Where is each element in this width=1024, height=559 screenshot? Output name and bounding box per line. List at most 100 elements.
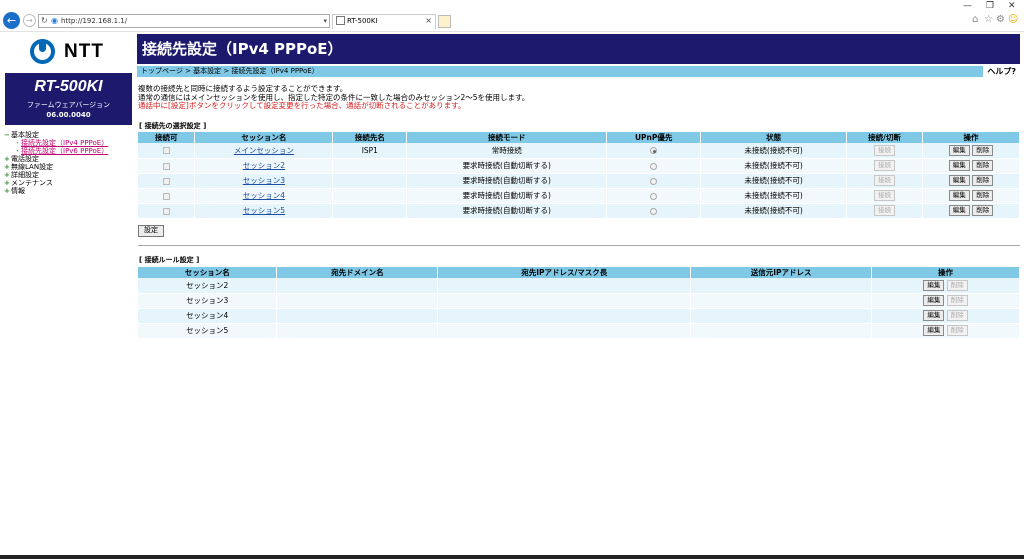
star-icon[interactable]: ☆: [984, 14, 993, 25]
delete-button[interactable]: 削除: [946, 310, 968, 321]
home-icon[interactable]: ⌂: [972, 14, 978, 25]
session-name-link[interactable]: セッション5: [243, 206, 285, 215]
session-name-link[interactable]: セッション3: [243, 176, 285, 185]
edit-button[interactable]: 編集: [948, 205, 970, 216]
delete-button[interactable]: 削除: [972, 190, 994, 201]
new-tab-button[interactable]: [438, 15, 451, 28]
delete-button[interactable]: 削除: [972, 144, 994, 156]
connect-button[interactable]: 接続: [874, 190, 896, 201]
gear-icon[interactable]: ⚙: [996, 14, 1005, 25]
status-text: 未接続(接続不可): [700, 188, 848, 204]
enable-checkbox[interactable]: [162, 162, 170, 170]
col-header: 接続/切断: [846, 132, 923, 143]
minimize-icon[interactable]: —: [963, 1, 972, 11]
enable-checkbox[interactable]: [162, 192, 170, 200]
ntt-logo: NTT: [30, 39, 110, 66]
expand-icon[interactable]: +: [4, 187, 11, 195]
delete-button[interactable]: 削除: [946, 279, 968, 291]
connect-button[interactable]: 接続: [874, 144, 896, 156]
refresh-icon[interactable]: ↻: [41, 15, 48, 27]
address-dropdown-icon[interactable]: ▾: [323, 15, 327, 27]
connect-button[interactable]: 接続: [874, 205, 896, 216]
expand-icon[interactable]: +: [4, 163, 11, 171]
dest-name: [332, 203, 408, 219]
edit-button[interactable]: 編集: [923, 279, 945, 291]
nav-phone[interactable]: +電話設定: [4, 155, 108, 163]
table-row: セッション3 要求時接続(自動切断する) 未接続(接続不可) 接続 編集 削除: [138, 173, 1020, 189]
expand-icon[interactable]: +: [4, 179, 11, 187]
dest-name: [332, 158, 408, 174]
nav-basic[interactable]: −基本設定: [4, 131, 108, 139]
edit-button[interactable]: 編集: [948, 144, 970, 156]
table-row: セッション5 編集 削除: [138, 323, 1020, 339]
nav-ipv6-pppoe[interactable]: ・接続先設定（IPv6 PPPoE）: [4, 147, 108, 155]
restore-icon[interactable]: ❐: [986, 1, 994, 11]
delete-button[interactable]: 削除: [946, 295, 968, 306]
nav-maintenance-label[interactable]: メンテナンス: [11, 179, 53, 187]
window-close-icon[interactable]: ✕: [1008, 1, 1016, 11]
collapse-icon[interactable]: −: [4, 131, 11, 139]
nav-wlan[interactable]: +無線LAN設定: [4, 163, 108, 171]
address-url[interactable]: http://192.168.1.1/: [61, 15, 127, 27]
tab-close-icon[interactable]: ×: [425, 16, 432, 25]
status-text: 未接続(接続不可): [700, 203, 848, 219]
nav-advanced-label[interactable]: 詳細設定: [11, 171, 39, 179]
forward-arrow-icon[interactable]: →: [23, 14, 36, 27]
nav-basic-label[interactable]: 基本設定: [11, 131, 39, 139]
col-header: 操作: [871, 267, 1020, 278]
connect-button[interactable]: 接続: [874, 175, 896, 186]
enable-checkbox[interactable]: [162, 207, 170, 215]
nav-advanced[interactable]: +詳細設定: [4, 171, 108, 179]
rules-table: セッション名 宛先ドメイン名 宛先IPアドレス/マスク長 送信元IPアドレス 操…: [138, 267, 1020, 339]
help-button[interactable]: ヘルプ?: [983, 66, 1020, 77]
nav-maintenance[interactable]: +メンテナンス: [4, 179, 108, 187]
edit-button[interactable]: 編集: [948, 175, 970, 186]
status-text: 未接続(接続不可): [700, 173, 848, 189]
edit-button[interactable]: 編集: [948, 160, 970, 171]
connect-button[interactable]: 接続: [874, 160, 896, 171]
smiley-icon[interactable]: ☺: [1008, 14, 1018, 25]
table-row: メインセッション ISP1 常時接続 未接続(接続不可) 接続 編集 削除: [138, 143, 1020, 159]
breadcrumb-bar: トップページ > 基本設定 > 接続先設定（IPv4 PPPoE） ヘルプ?: [137, 66, 1020, 77]
session-name-link[interactable]: セッション4: [243, 191, 285, 200]
nav-info-label[interactable]: 情報: [11, 187, 25, 195]
enable-checkbox[interactable]: [162, 147, 170, 155]
tab-favicon-icon: [336, 16, 345, 25]
session-name-link[interactable]: セッション2: [243, 161, 285, 170]
upnp-radio[interactable]: [650, 192, 658, 200]
edit-button[interactable]: 編集: [923, 295, 945, 306]
session-name-link[interactable]: メインセッション: [234, 146, 294, 155]
upnp-radio[interactable]: [650, 207, 658, 215]
browser-tab[interactable]: RT-500KI ×: [332, 14, 436, 29]
set-button[interactable]: 設定: [138, 225, 164, 237]
delete-button[interactable]: 削除: [946, 325, 968, 336]
enable-checkbox[interactable]: [162, 177, 170, 185]
address-bar[interactable]: ↻ ◉ http://192.168.1.1/ ▾: [38, 14, 330, 28]
back-arrow-icon[interactable]: ←: [3, 12, 20, 29]
upnp-radio[interactable]: [650, 147, 658, 155]
edit-button[interactable]: 編集: [923, 325, 945, 336]
section-title-rules: [ 接続ルール設定 ]: [139, 256, 200, 264]
edit-button[interactable]: 編集: [923, 310, 945, 321]
col-header: 接続先名: [332, 132, 408, 143]
nav-ipv4-pppoe[interactable]: ・接続先設定（IPv4 PPPoE）: [4, 139, 108, 147]
nav-ipv6-pppoe-link[interactable]: 接続先設定（IPv6 PPPoE）: [21, 147, 108, 155]
col-header: セッション名: [194, 132, 334, 143]
edit-button[interactable]: 編集: [948, 190, 970, 201]
nav-phone-label[interactable]: 電話設定: [11, 155, 39, 163]
upnp-radio[interactable]: [650, 162, 658, 170]
nav-info[interactable]: +情報: [4, 187, 108, 195]
nav-ipv4-pppoe-link[interactable]: 接続先設定（IPv4 PPPoE）: [21, 139, 108, 147]
delete-button[interactable]: 削除: [972, 175, 994, 186]
table-row: セッション3 編集 削除: [138, 293, 1020, 309]
delete-button[interactable]: 削除: [972, 205, 994, 216]
nav-wlan-label[interactable]: 無線LAN設定: [11, 163, 53, 171]
expand-icon[interactable]: +: [4, 155, 11, 163]
desc-warning: 通話中に[設定]ボタンをクリックして設定変更を行った場合、通話が切断されることが…: [138, 101, 466, 110]
dest-name: [332, 173, 408, 189]
expand-icon[interactable]: +: [4, 171, 11, 179]
rule-src-ip: [690, 308, 873, 324]
upnp-radio[interactable]: [650, 177, 658, 185]
delete-button[interactable]: 削除: [972, 160, 994, 171]
col-header: 宛先ドメイン名: [276, 267, 439, 278]
